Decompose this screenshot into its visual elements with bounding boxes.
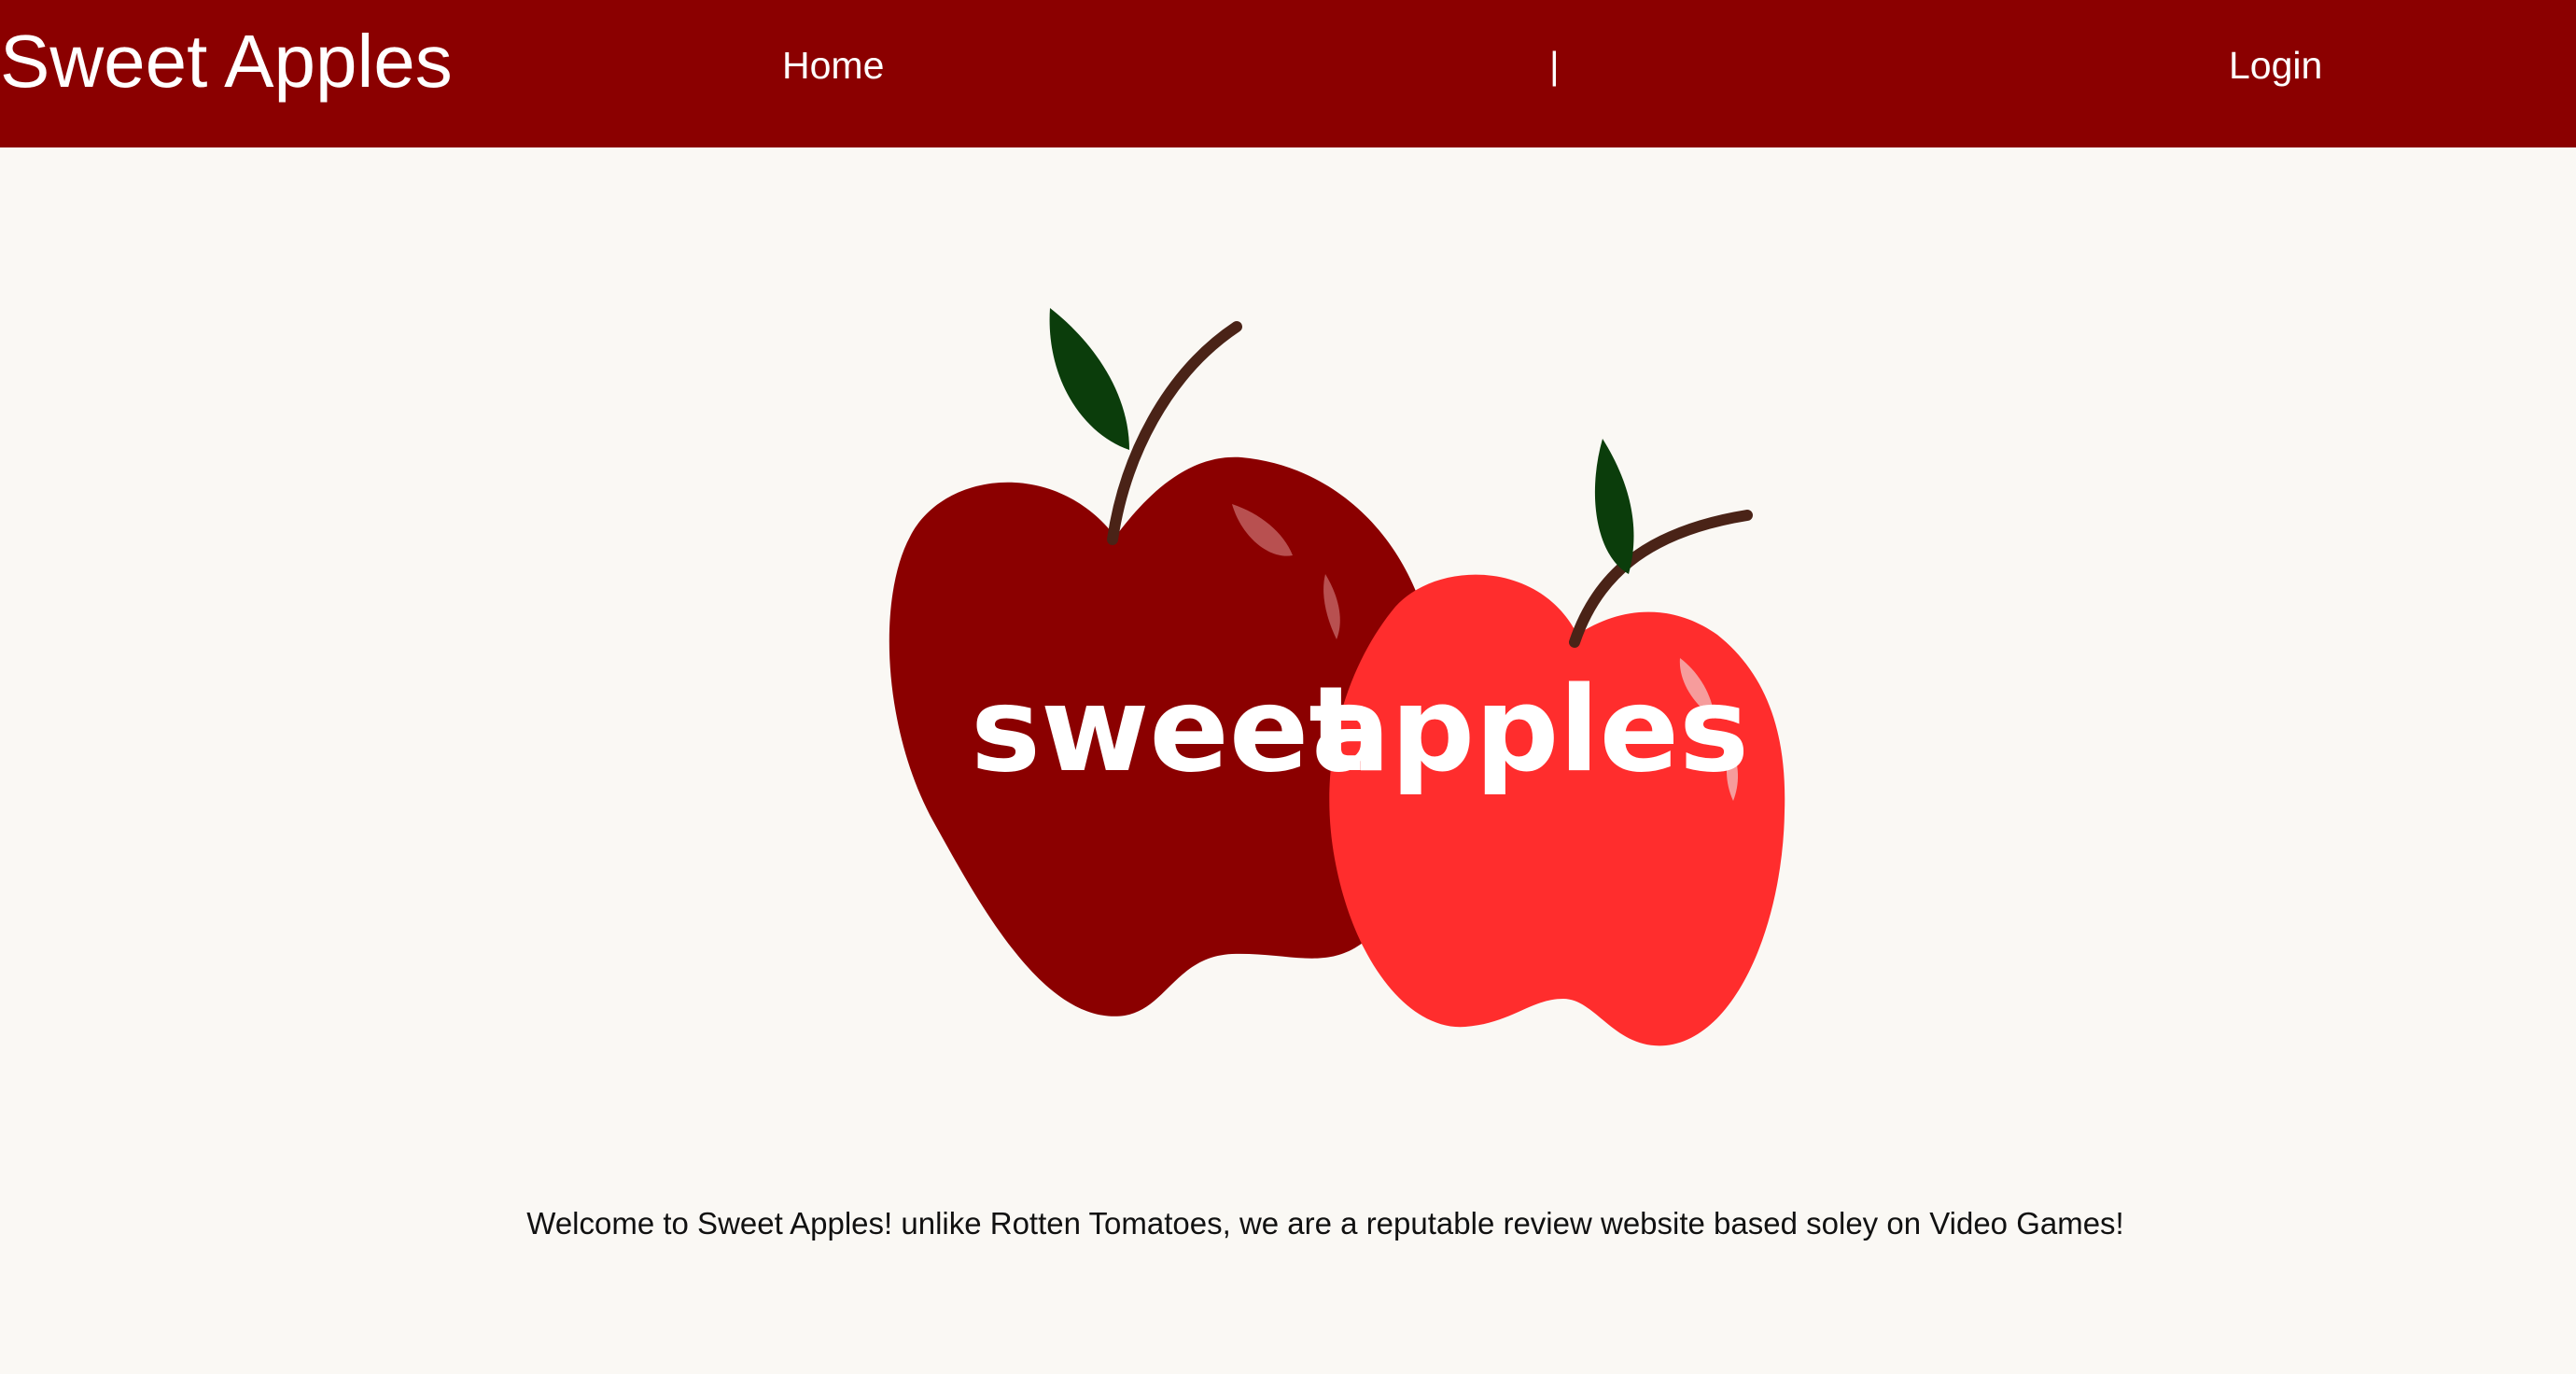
nav-home-link[interactable]: Home — [782, 37, 884, 93]
apples-logo-icon: sweet apples — [889, 308, 1785, 1046]
navbar: Sweet Apples Home | Login — [0, 0, 2576, 147]
site-brand[interactable]: Sweet Apples — [0, 13, 453, 110]
welcome-message: Welcome to Sweet Apples! unlike Rotten T… — [526, 1206, 2124, 1241]
logo-wordmark-sweet: sweet — [971, 661, 1365, 798]
nav-separator: | — [1549, 44, 1560, 87]
sweetapples-logo: sweet apples — [859, 289, 1801, 1055]
logo-wordmark-apples: apples — [1311, 661, 1749, 798]
nav-login-link[interactable]: Login — [2229, 37, 2322, 93]
